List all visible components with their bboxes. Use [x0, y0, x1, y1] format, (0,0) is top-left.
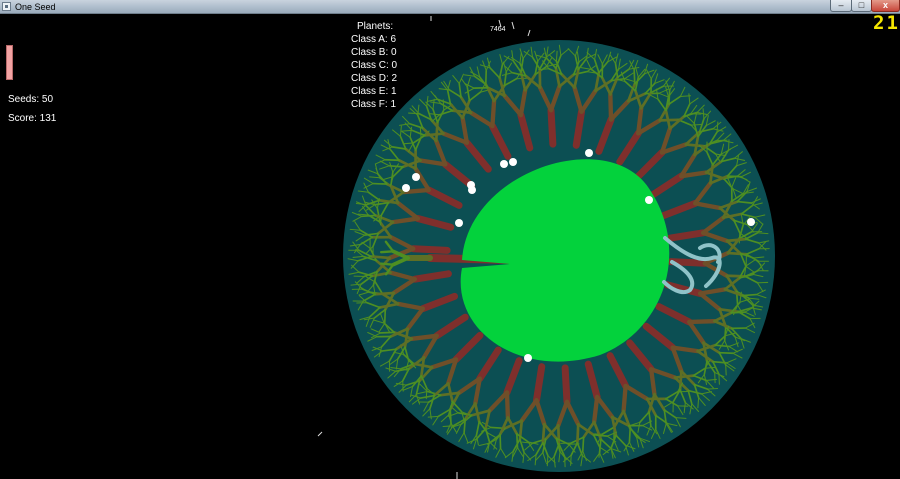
root-branch: [706, 387, 719, 390]
root-branch: [592, 394, 600, 425]
root-branch: [409, 245, 451, 254]
root-branch: [490, 98, 497, 129]
planet-class-b: Class B: 0: [351, 47, 397, 58]
planet-class-e: Class E: 1: [351, 86, 397, 97]
seed-dot: [402, 184, 410, 192]
seed-dot: [500, 160, 508, 168]
root-branch: [576, 422, 580, 445]
seed-dot: [455, 219, 463, 227]
root-branch: [741, 293, 758, 297]
root-branch: [561, 364, 571, 406]
root-branch: [730, 311, 746, 314]
root-branch: [388, 164, 404, 168]
root-branch: [673, 374, 695, 379]
root-branch: [516, 433, 519, 449]
seed-dot: [468, 186, 476, 194]
root-branch: [725, 237, 747, 243]
distance-counter: 7464: [490, 26, 506, 33]
root-branch: [546, 455, 549, 467]
root-branch: [608, 92, 614, 122]
root-branch: [504, 390, 511, 420]
planet-class-f: Class F: 1: [351, 99, 397, 110]
root-branch: [556, 424, 561, 446]
timer-display: 21: [873, 12, 900, 34]
root-branch: [718, 351, 734, 355]
health-bar: [6, 45, 13, 80]
seed-dot: [509, 158, 517, 166]
root-branch: [373, 291, 396, 296]
root-branch: [690, 123, 702, 126]
root-branch: [628, 427, 632, 444]
root-branch: [725, 274, 747, 278]
planet-class-a: Class A: 6: [351, 34, 397, 45]
root-branch: [621, 383, 628, 414]
seed-dot: [412, 173, 420, 181]
seed-dot: [645, 196, 653, 204]
root-branch: [726, 175, 743, 178]
planet-class-d: Class D: 2: [351, 73, 398, 84]
root-branch: [379, 331, 396, 334]
root-branch: [383, 308, 387, 325]
root-branch: [570, 454, 572, 466]
root-branch: [361, 214, 377, 218]
root-branch: [581, 436, 585, 452]
planets-panel: Planets: Class A: 6 Class B: 0 Class C: …: [351, 20, 397, 111]
planets-title: Planets:: [357, 21, 394, 32]
root-branch: [423, 132, 445, 137]
root-branch: [547, 106, 557, 148]
seeds-counter: Seeds: 50: [8, 94, 54, 105]
root-branch: [425, 387, 428, 400]
root-branch: [633, 69, 636, 85]
root-branch: [380, 262, 395, 266]
root-branch: [369, 255, 392, 260]
root-branch: [442, 425, 454, 427]
root-branch: [409, 333, 439, 341]
seed-dot: [585, 149, 593, 157]
root-branch: [372, 182, 388, 185]
score-counter: Score: 131: [8, 113, 57, 124]
seed-dot: [524, 354, 532, 362]
root-branch: [687, 318, 717, 325]
root-branch: [541, 422, 546, 445]
planet-class-c: Class C: 0: [351, 60, 398, 71]
seed-dot: [747, 218, 755, 226]
root-branch: [598, 446, 601, 458]
root-branch: [555, 50, 558, 62]
root-branch: [379, 250, 395, 254]
game-canvas[interactable]: [0, 0, 900, 479]
